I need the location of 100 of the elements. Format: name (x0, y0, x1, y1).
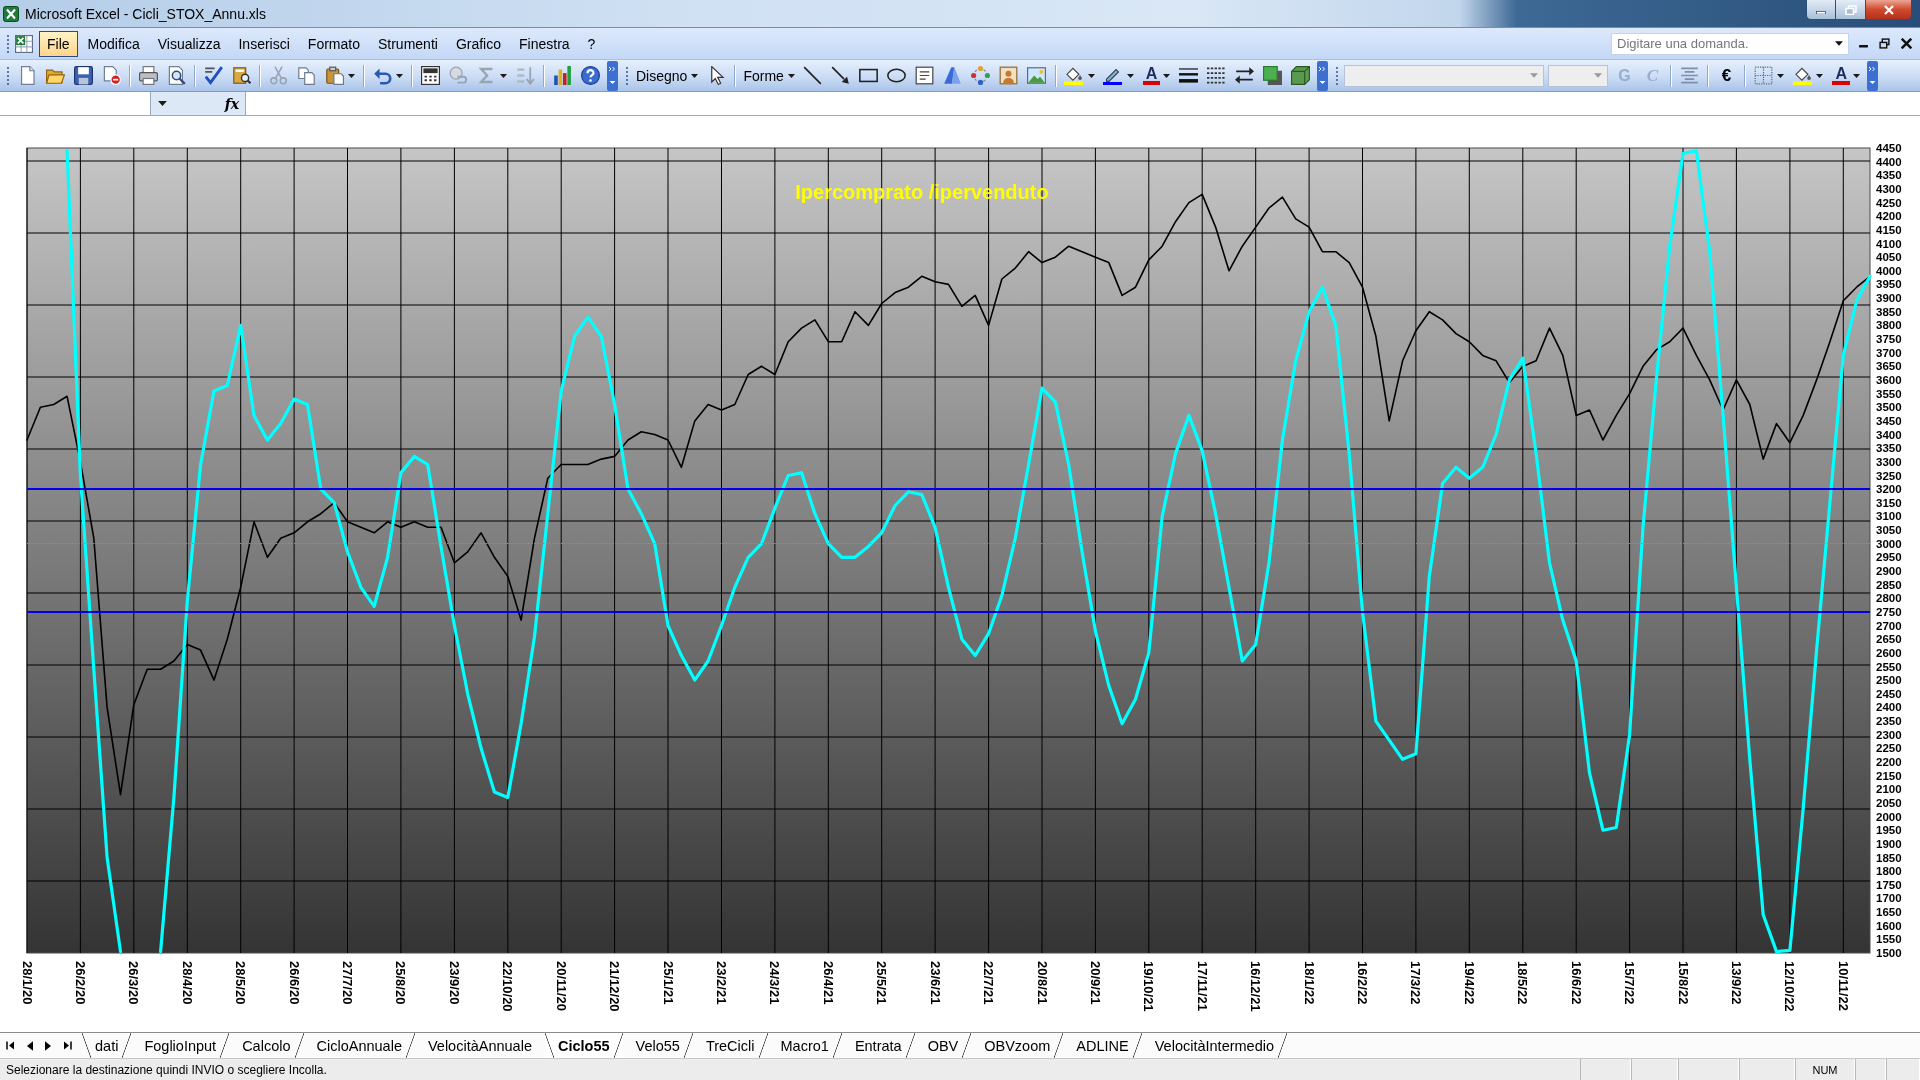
caret-icon[interactable] (396, 73, 403, 78)
sheet-tab[interactable]: OBVzoom (971, 1033, 1064, 1058)
caret-icon[interactable] (1777, 73, 1785, 78)
sheet-tab[interactable]: TreCicli (692, 1033, 768, 1058)
scroll-right-icon[interactable] (45, 1040, 51, 1051)
caret-icon[interactable] (158, 101, 167, 106)
menu-item[interactable]: File (39, 30, 78, 57)
caret-icon[interactable] (1835, 41, 1843, 46)
close-icon[interactable] (1901, 38, 1912, 49)
picture-icon[interactable] (1027, 66, 1047, 85)
shadow-square-icon[interactable] (1262, 66, 1282, 85)
sheet-tab[interactable]: dati (82, 1033, 132, 1058)
caret-icon[interactable] (1126, 73, 1134, 78)
restore-button[interactable] (1836, 0, 1866, 20)
framed-figure-icon[interactable] (999, 66, 1019, 85)
cube-icon[interactable] (1290, 66, 1310, 85)
bar-chart-icon[interactable] (552, 66, 572, 85)
menu-item[interactable]: Finestra (511, 30, 578, 57)
menu-item[interactable]: Modifica (79, 30, 148, 57)
arrow-icon[interactable] (831, 66, 851, 85)
sheet-tab[interactable]: Calcolo (229, 1033, 304, 1058)
sheet-tab[interactable]: CicloAnnuale (303, 1033, 415, 1058)
print-preview-icon[interactable] (166, 66, 186, 85)
copy-icon[interactable] (296, 66, 316, 85)
sheet-tab[interactable]: Ciclo55 (544, 1033, 623, 1058)
x-axis-label: 28/1/20 (19, 961, 35, 1005)
menu-item[interactable]: Inserisci (230, 30, 298, 57)
x-axis-label: 16/6/22 (1568, 961, 1584, 1005)
line-weight-icon[interactable] (1178, 66, 1198, 85)
caret-icon[interactable] (1087, 73, 1095, 78)
menu-item[interactable]: ? (579, 30, 604, 57)
cycle-diagram-icon[interactable] (971, 66, 991, 85)
scroll-left-icon[interactable] (27, 1040, 33, 1051)
sheet-tab[interactable]: FoglioInput (131, 1033, 230, 1058)
ellipse-icon[interactable] (887, 66, 907, 85)
x-axis-label: 25/1/21 (660, 961, 676, 1005)
toolbar-options-icon[interactable] (1866, 60, 1878, 91)
app-icon[interactable] (3, 5, 19, 22)
save-icon[interactable] (73, 66, 93, 85)
undo-icon[interactable] (372, 66, 392, 85)
shapes-menu-button[interactable]: Forme (739, 65, 799, 86)
sheet-tab[interactable]: VelocitàIntermedio (1141, 1033, 1288, 1058)
font-name-field[interactable] (1344, 64, 1545, 87)
text-box-icon[interactable] (915, 66, 935, 85)
toolbar-options-icon[interactable] (607, 60, 618, 91)
dashed-lines-icon[interactable] (1206, 66, 1226, 85)
status-message: Selezionare la destinazione quindi INVIO o scegliere Incolla. (5, 1062, 327, 1077)
scroll-first-icon[interactable] (6, 1040, 15, 1051)
caret-icon[interactable] (1816, 73, 1824, 78)
grip-icon[interactable] (1335, 65, 1340, 86)
align-center-icon[interactable] (1679, 66, 1699, 85)
help-search-field[interactable]: Digitare una domanda. (1611, 32, 1849, 55)
sheet-tab[interactable]: VelocitàAnnuale (414, 1033, 545, 1058)
caret-icon[interactable] (348, 73, 355, 78)
x-axis-label: 24/3/21 (767, 961, 783, 1005)
help-icon[interactable] (580, 66, 600, 85)
grip-icon[interactable] (625, 65, 629, 86)
toolbar-options-icon[interactable] (1317, 60, 1329, 91)
minimize-icon[interactable] (1859, 45, 1868, 48)
sheet-tab[interactable]: OBV (914, 1033, 972, 1058)
wedge-icon[interactable] (943, 66, 963, 85)
menu-item[interactable]: Formato (299, 30, 368, 57)
rectangle-icon[interactable] (859, 66, 879, 85)
minimize-button[interactable] (1806, 0, 1836, 20)
font-color-button[interactable]: A (1142, 66, 1161, 85)
currency-button[interactable]: € (1714, 63, 1739, 88)
sheet-tab[interactable]: ADLINE (1063, 1033, 1142, 1058)
draw-menu-button[interactable]: Disegno (632, 65, 703, 86)
paint-bucket-icon[interactable] (1792, 66, 1812, 85)
sheet-tab[interactable]: Macro1 (767, 1033, 842, 1058)
double-arrow-icon[interactable] (1234, 66, 1254, 85)
scroll-last-icon[interactable] (63, 1040, 72, 1051)
caret-icon[interactable] (500, 73, 507, 78)
caret-icon[interactable] (1163, 73, 1171, 78)
spreadsheet-icon[interactable] (15, 34, 33, 53)
restore-icon[interactable] (1879, 38, 1890, 49)
caret-icon[interactable] (1852, 73, 1860, 78)
font-size-field[interactable] (1548, 64, 1609, 87)
book-search-icon[interactable] (231, 66, 251, 85)
line-icon[interactable] (803, 66, 823, 85)
grip-icon[interactable] (6, 33, 10, 54)
y-axis-label: 4350 (1876, 169, 1902, 182)
sheet-tab[interactable]: Velo55 (622, 1033, 693, 1058)
y-axis-label: 3650 (1876, 360, 1902, 373)
insert-function-button[interactable]: fx (224, 95, 239, 112)
font-color-button[interactable]: A (1832, 66, 1850, 85)
document-block-icon[interactable] (101, 66, 121, 85)
menu-item[interactable]: Grafico (447, 30, 509, 57)
calculator-icon[interactable] (420, 66, 440, 85)
pen-icon[interactable] (1103, 66, 1123, 85)
sheet-tab[interactable]: Entrata (841, 1033, 915, 1058)
spelling-check-icon[interactable] (203, 66, 223, 85)
menu-item[interactable]: Strumenti (369, 30, 446, 57)
close-button[interactable] (1866, 0, 1912, 20)
paint-bucket-icon[interactable] (1064, 66, 1084, 85)
grip-icon[interactable] (6, 65, 10, 86)
clipboard-icon[interactable] (324, 66, 344, 85)
window-title: Microsoft Excel - Cicli_STOX_Annu.xls (25, 5, 266, 22)
menu-item[interactable]: Visualizza (149, 30, 229, 57)
printer-icon[interactable] (138, 66, 158, 85)
